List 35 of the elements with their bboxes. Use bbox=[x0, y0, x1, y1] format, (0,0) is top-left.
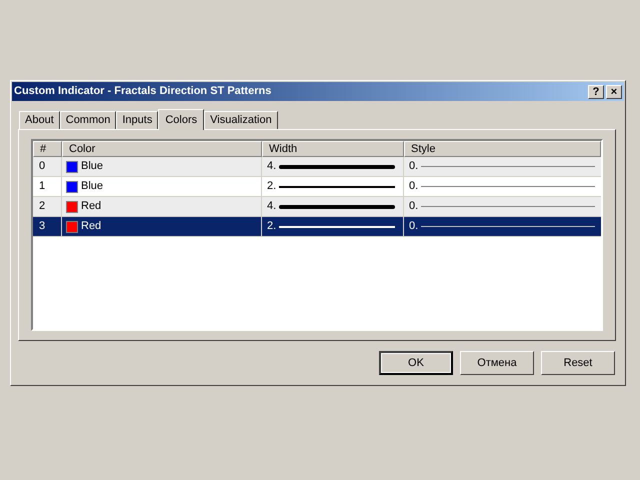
row-index: 0 bbox=[39, 159, 46, 174]
table-row[interactable]: 3 Red 2. 0. bbox=[33, 217, 601, 237]
table-row[interactable]: 0 Blue 4. 0. bbox=[33, 157, 601, 177]
ok-button[interactable]: OK bbox=[379, 351, 453, 375]
width-value: 2. bbox=[267, 179, 276, 194]
cancel-button[interactable]: Отмена bbox=[460, 351, 534, 375]
color-name: Blue bbox=[81, 159, 104, 174]
table-row[interactable]: 2 Red 4. 0. bbox=[33, 197, 601, 217]
tab[interactable]: Visualization bbox=[204, 111, 278, 129]
style-value: 0. bbox=[409, 219, 418, 234]
width-value: 2. bbox=[267, 219, 276, 234]
tab[interactable]: Common bbox=[60, 111, 116, 129]
column-header[interactable]: Width bbox=[262, 141, 404, 157]
color-name: Blue bbox=[81, 179, 104, 194]
table-row[interactable]: 1 Blue 2. 0. bbox=[33, 177, 601, 197]
column-header[interactable]: # bbox=[33, 141, 62, 157]
column-header[interactable]: Color bbox=[62, 141, 262, 157]
tab[interactable]: Colors bbox=[158, 109, 204, 130]
color-name: Red bbox=[81, 219, 102, 234]
row-index: 1 bbox=[39, 179, 46, 194]
width-value: 4. bbox=[267, 159, 276, 174]
tab[interactable]: About bbox=[19, 111, 60, 129]
color-name: Red bbox=[81, 199, 102, 214]
row-index: 3 bbox=[39, 219, 46, 234]
tab[interactable]: Inputs bbox=[116, 111, 158, 129]
style-value: 0. bbox=[409, 159, 418, 174]
close-button[interactable]: × bbox=[606, 84, 622, 98]
column-header[interactable]: Style bbox=[404, 141, 601, 157]
reset-button[interactable]: Reset bbox=[541, 351, 615, 375]
style-value: 0. bbox=[409, 179, 418, 194]
width-value: 4. bbox=[267, 199, 276, 214]
help-button[interactable]: ? bbox=[588, 84, 604, 98]
style-value: 0. bbox=[409, 199, 418, 214]
window-title: Custom Indicator - Fractals Direction ST Patterns bbox=[14, 84, 272, 100]
row-index: 2 bbox=[39, 199, 46, 214]
